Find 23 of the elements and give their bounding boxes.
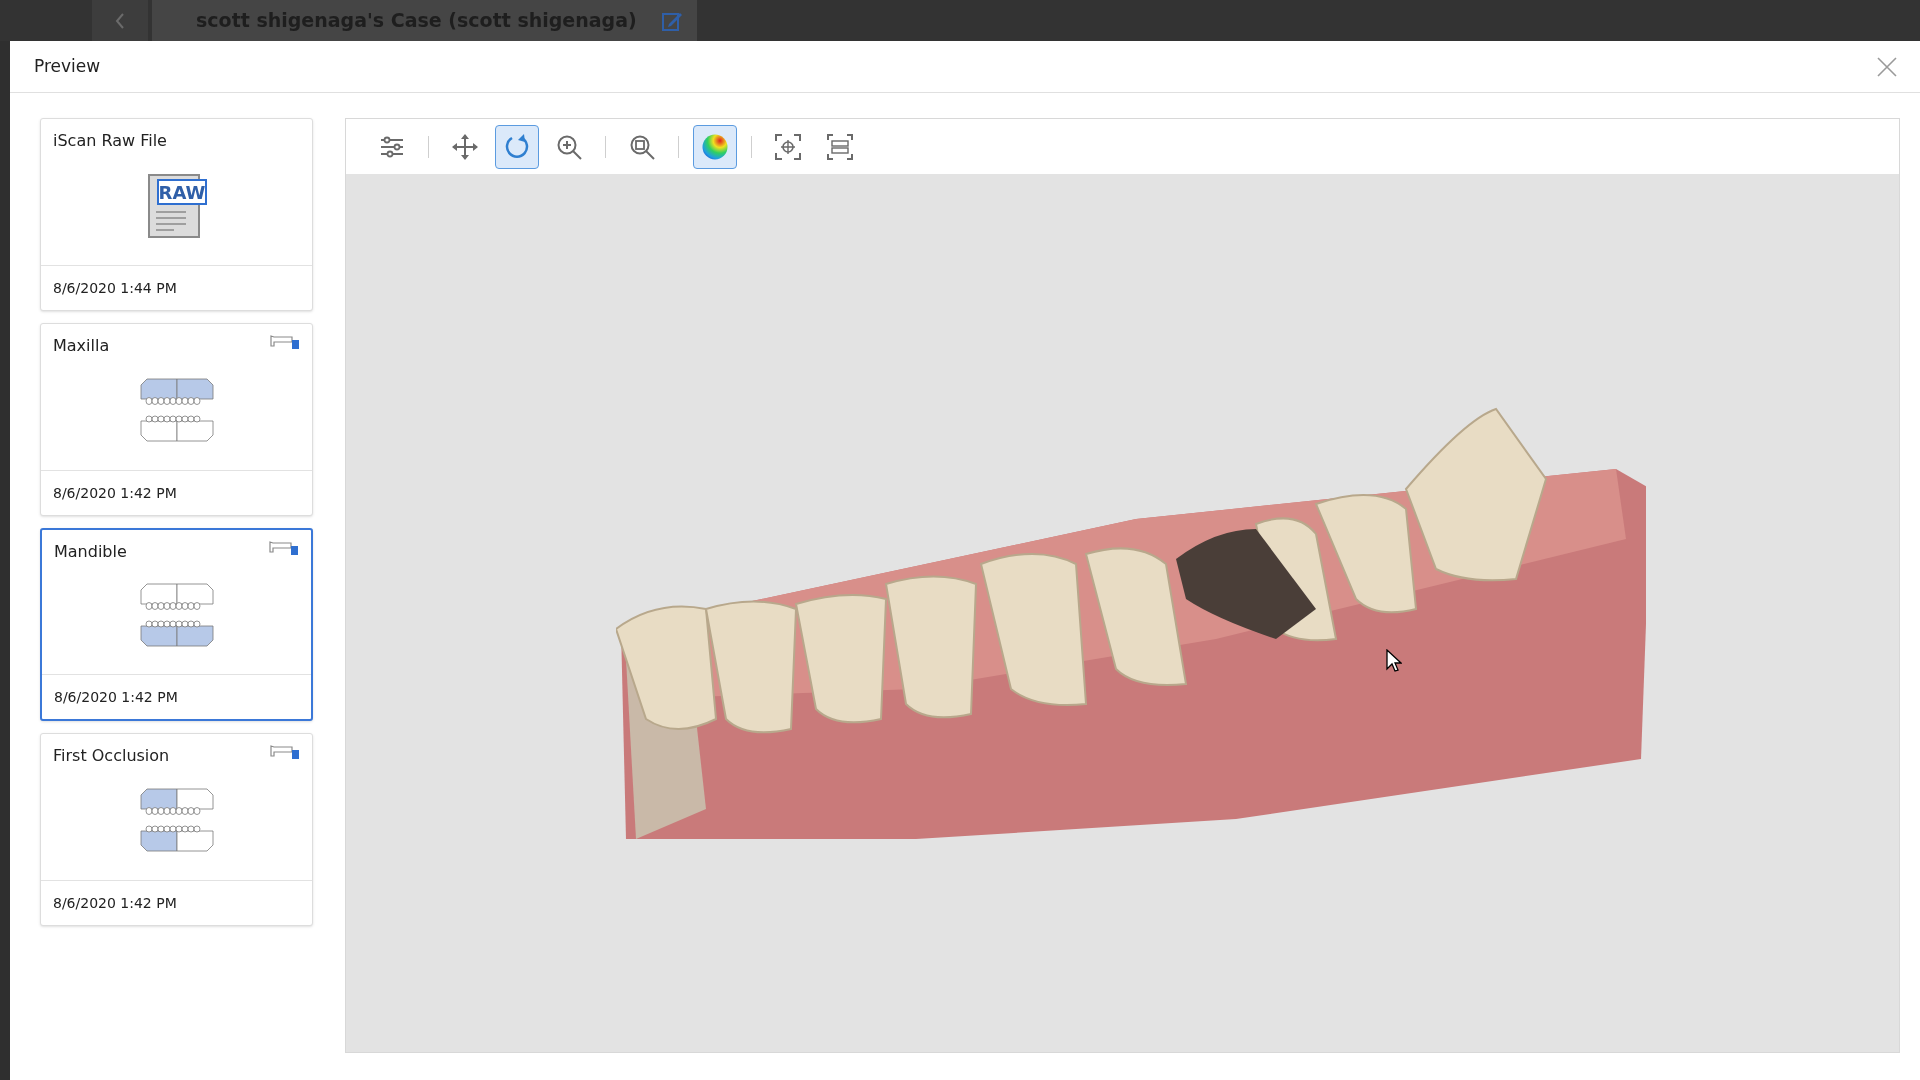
file-name: First Occlusion <box>53 745 170 767</box>
rotate-tool-button[interactable] <box>495 124 539 169</box>
file-date: 8/6/2020 1:42 PM <box>53 893 177 913</box>
back-icon <box>115 12 125 29</box>
file-name: Maxilla <box>53 335 110 357</box>
scan-file-card[interactable]: Maxilla 8/6/2020 1:42 PM <box>40 323 313 516</box>
fit-model-icon <box>826 132 854 161</box>
color-sphere-tool-button[interactable] <box>693 124 737 169</box>
file-date: 8/6/2020 1:42 PM <box>53 483 177 503</box>
file-name: iScan Raw File <box>53 130 167 152</box>
close-icon[interactable] <box>1876 55 1898 78</box>
dialog-title: Preview <box>34 54 101 78</box>
file-date: 8/6/2020 1:42 PM <box>54 687 178 707</box>
move-arrows-icon <box>451 132 479 161</box>
file-name: Mandible <box>54 541 127 563</box>
rotate-icon <box>503 132 531 161</box>
scan-file-card[interactable]: iScan Raw File RAW 8/6/2020 1:44 PM <box>40 118 313 311</box>
scan-file-card[interactable]: Mandible 8/6/2020 1:42 PM <box>40 528 313 721</box>
cursor-icon <box>1386 649 1402 673</box>
center-target-icon <box>774 132 802 161</box>
file-date: 8/6/2020 1:44 PM <box>53 278 177 298</box>
color-sphere-icon <box>701 132 729 161</box>
scan-file-card[interactable]: First Occlusion 8/6/2020 1:42 PM <box>40 733 313 926</box>
